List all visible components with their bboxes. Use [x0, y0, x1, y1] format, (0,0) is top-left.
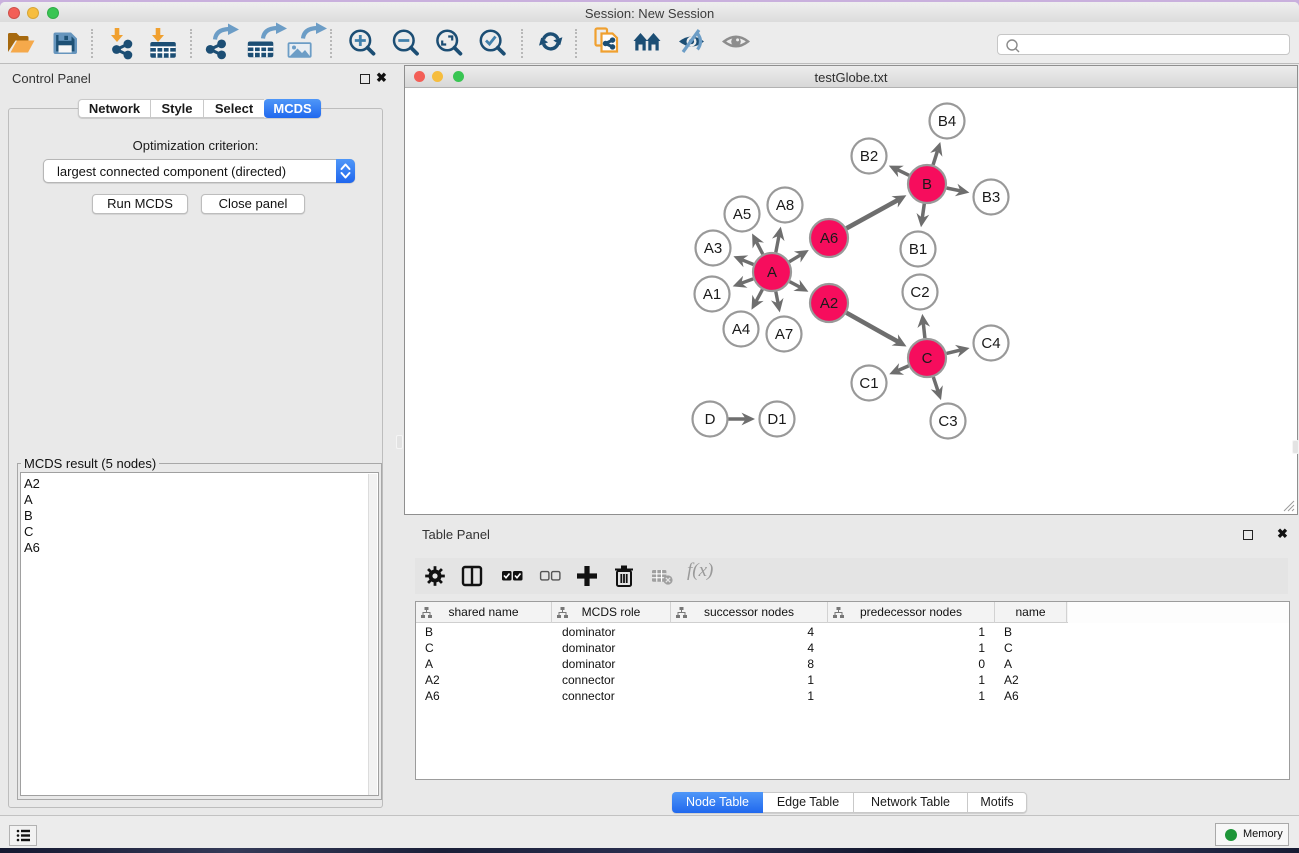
- svg-text:C1: C1: [859, 375, 878, 392]
- svg-text:B4: B4: [938, 113, 956, 130]
- svg-text:C4: C4: [981, 335, 1000, 352]
- svg-text:A5: A5: [733, 206, 751, 223]
- svg-text:A8: A8: [776, 197, 794, 214]
- svg-text:A1: A1: [703, 286, 721, 303]
- svg-text:D1: D1: [767, 411, 786, 428]
- svg-text:A4: A4: [732, 321, 750, 338]
- svg-text:A: A: [767, 264, 777, 281]
- svg-text:B3: B3: [982, 189, 1000, 206]
- svg-text:A2: A2: [820, 295, 838, 312]
- svg-text:B2: B2: [860, 148, 878, 165]
- svg-text:A7: A7: [775, 326, 793, 343]
- svg-text:C: C: [922, 350, 933, 367]
- svg-text:A6: A6: [820, 230, 838, 247]
- svg-text:C3: C3: [938, 413, 957, 430]
- svg-text:B: B: [922, 176, 932, 193]
- svg-text:A3: A3: [704, 240, 722, 257]
- svg-text:D: D: [705, 411, 716, 428]
- svg-text:C2: C2: [910, 284, 929, 301]
- svg-text:B1: B1: [909, 241, 927, 258]
